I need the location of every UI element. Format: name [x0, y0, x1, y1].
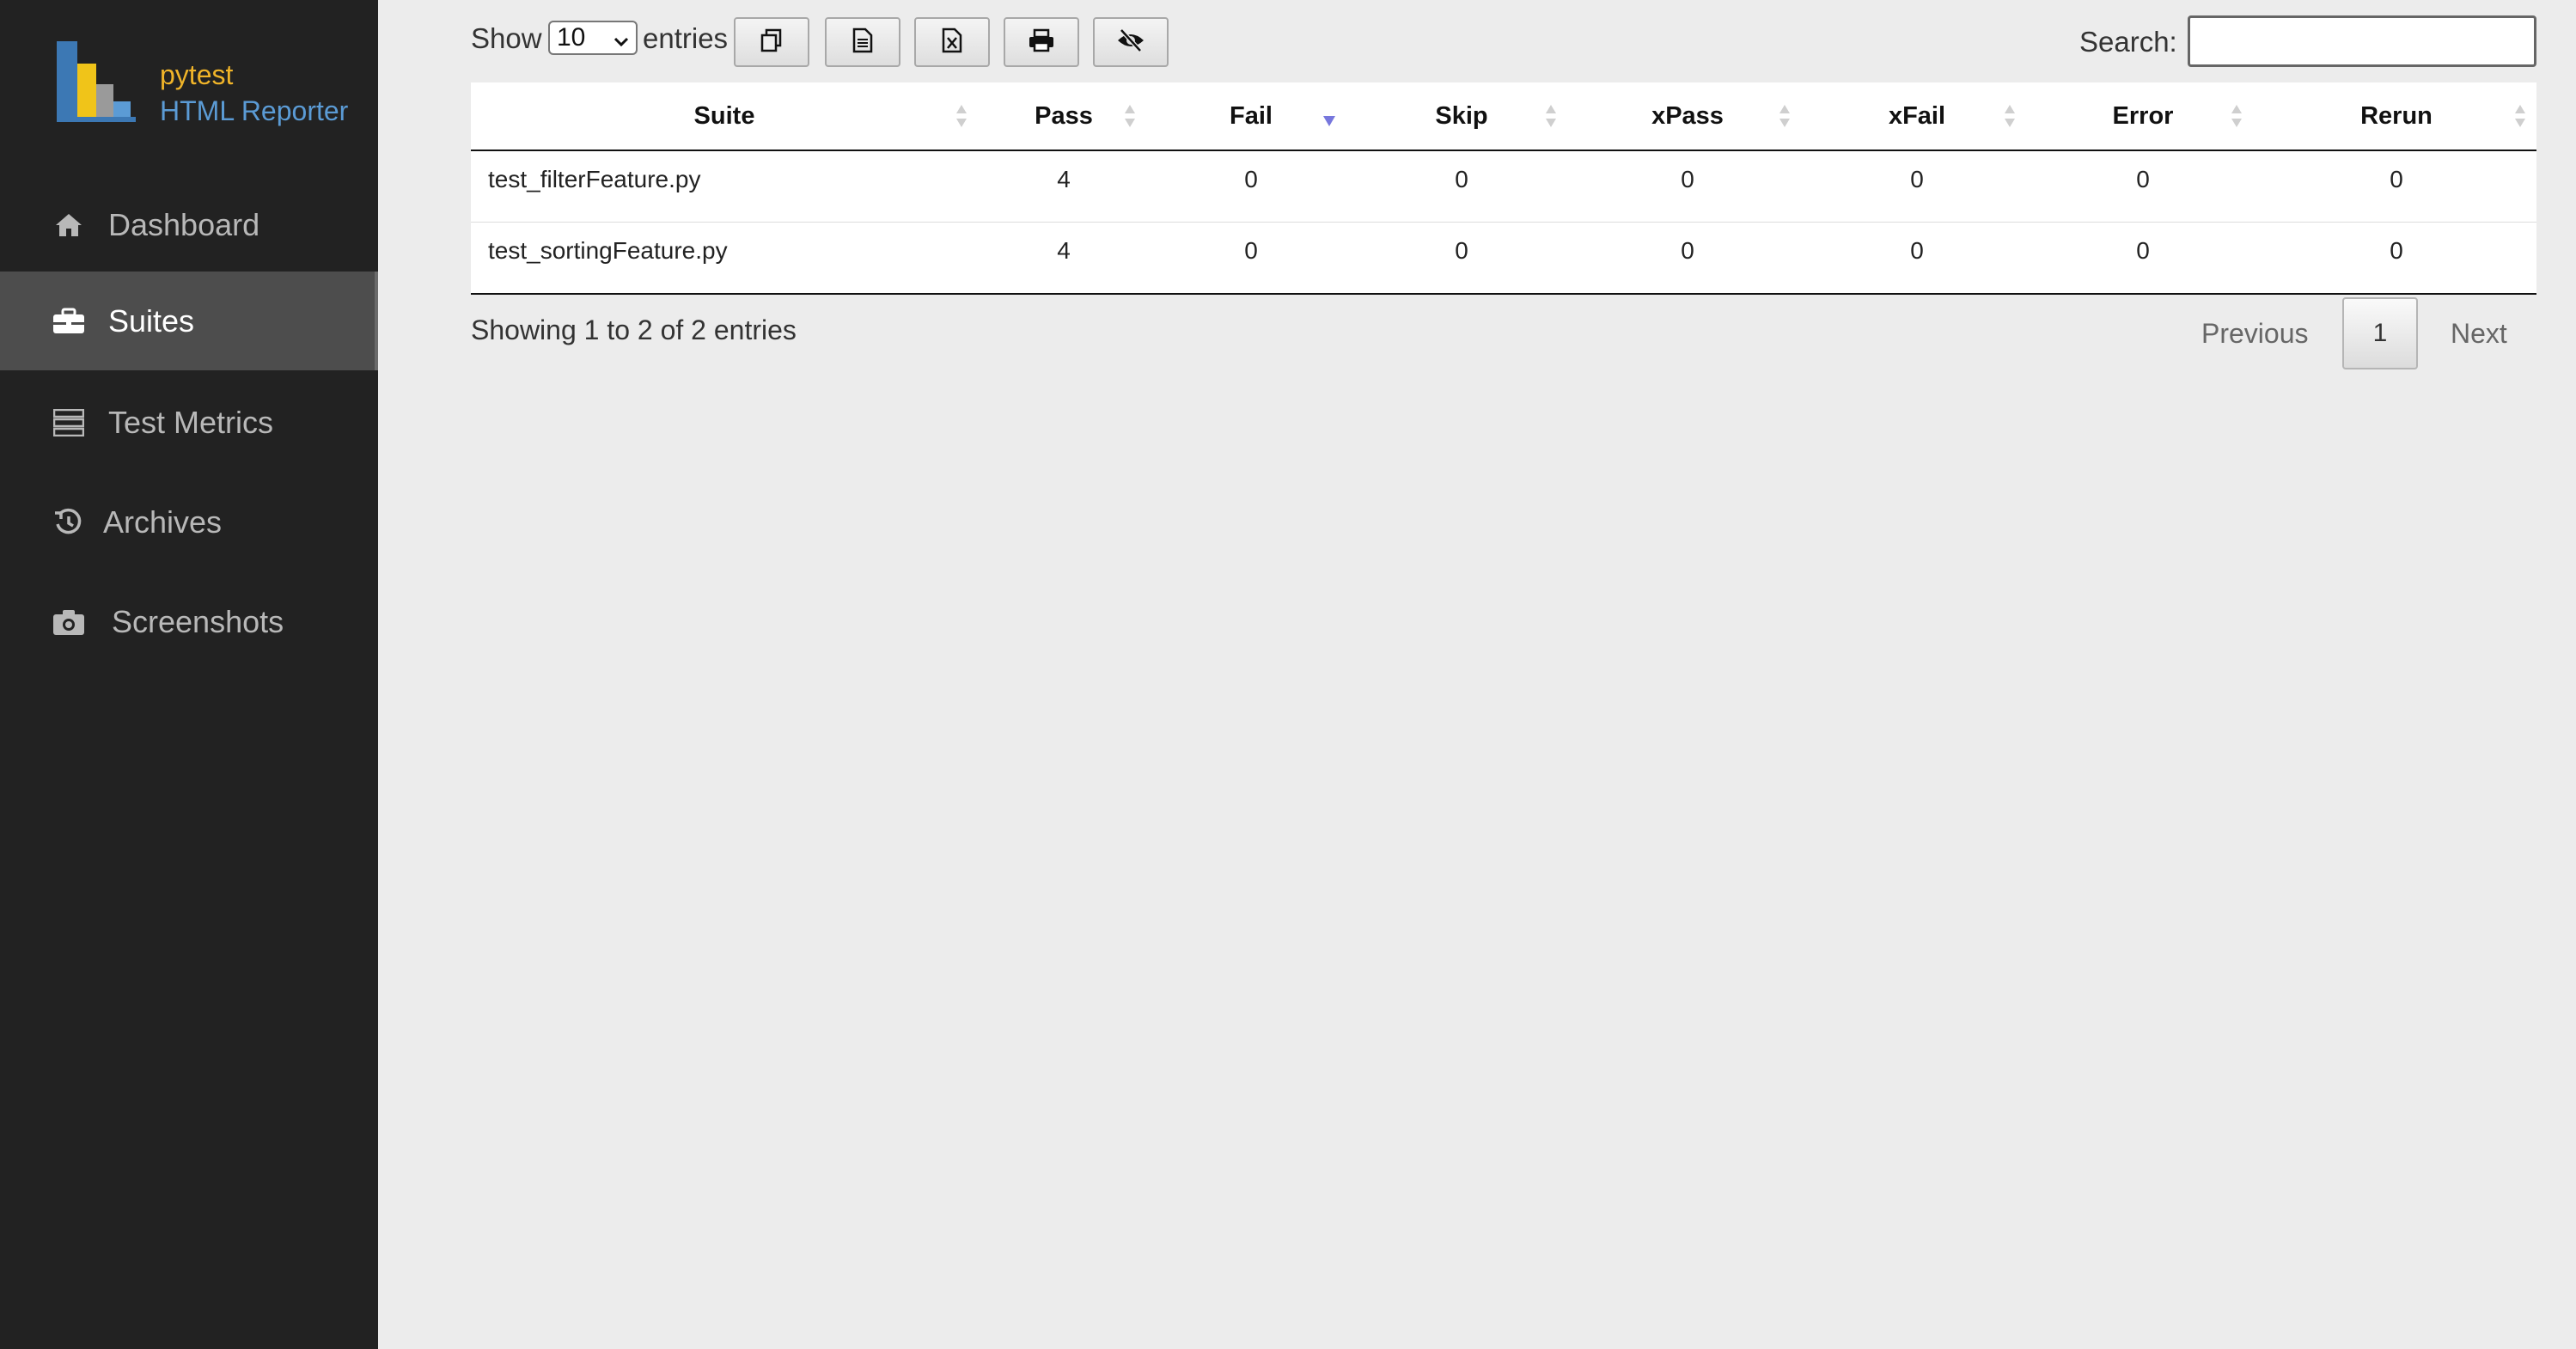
column-visibility-button[interactable] — [1093, 17, 1169, 67]
column-header-rerun[interactable]: Rerun — [2256, 82, 2536, 150]
sidebar-item-label: Archives — [103, 504, 223, 540]
sidebar-item-dashboard[interactable]: Dashboard — [0, 175, 378, 274]
sidebar-item-screenshots[interactable]: Screenshots — [0, 572, 378, 671]
column-header-xfail[interactable]: xFail — [1804, 82, 2030, 150]
column-header-label: Suite — [693, 101, 755, 130]
column-header-label: Error — [2112, 101, 2174, 130]
camera-icon — [52, 605, 86, 639]
brand-name: pytest — [160, 59, 234, 90]
column-header-error[interactable]: Error — [2030, 82, 2256, 150]
brand-logo[interactable]: pytest HTML Reporter — [57, 41, 366, 127]
home-icon — [52, 208, 86, 242]
sort-both-icon — [2512, 103, 2528, 136]
column-header-label: Fail — [1230, 101, 1273, 130]
suite-name-cell: test_sortingFeature.py — [488, 237, 728, 264]
column-header-suite[interactable]: Suite — [471, 82, 978, 150]
suites-table: Suite Pass Fail Skip xPass xFail Error R… — [471, 82, 2536, 295]
print-button[interactable] — [1004, 17, 1079, 67]
column-header-label: Skip — [1435, 101, 1488, 130]
xpass-cell: 0 — [1681, 237, 1694, 264]
csv-button[interactable] — [825, 17, 900, 67]
sidebar: pytest HTML Reporter Dashboard Suites Te… — [0, 0, 378, 1349]
error-cell: 0 — [2136, 166, 2150, 192]
previous-page-button[interactable]: Previous — [2201, 318, 2309, 350]
sort-both-icon — [954, 103, 969, 136]
next-page-button[interactable]: Next — [2451, 318, 2507, 350]
copy-icon — [759, 27, 784, 58]
sidebar-item-archives[interactable]: Archives — [0, 473, 378, 571]
sort-both-icon — [1543, 103, 1559, 136]
rerun-cell: 0 — [2390, 166, 2403, 192]
server-icon — [52, 406, 86, 440]
sidebar-item-test-metrics[interactable]: Test Metrics — [0, 373, 378, 472]
suite-name-cell: test_filterFeature.py — [488, 166, 701, 192]
excel-button[interactable] — [914, 17, 990, 67]
column-header-label: Rerun — [2360, 101, 2433, 130]
fail-cell: 0 — [1244, 166, 1258, 192]
sort-both-icon — [2229, 103, 2244, 136]
skip-cell: 0 — [1455, 237, 1468, 264]
show-label: Show — [471, 22, 542, 54]
page-1-button[interactable]: 1 — [2342, 297, 2418, 369]
brand-subtitle: HTML Reporter — [160, 95, 349, 126]
history-icon — [52, 505, 86, 540]
table-header: Suite Pass Fail Skip xPass xFail Error R… — [471, 82, 2536, 151]
copy-button[interactable] — [734, 17, 809, 67]
briefcase-icon — [52, 304, 86, 339]
column-header-fail[interactable]: Fail — [1150, 82, 1352, 150]
file-icon — [852, 27, 874, 58]
sidebar-item-label: Screenshots — [112, 603, 284, 639]
page-length-value: 10 — [557, 23, 586, 52]
table-row[interactable]: test_filterFeature.py 4 0 0 0 0 0 0 — [471, 151, 2536, 223]
error-cell: 0 — [2136, 237, 2150, 264]
sort-both-icon — [2002, 103, 2017, 136]
rerun-cell: 0 — [2390, 237, 2403, 264]
column-header-pass[interactable]: Pass — [978, 82, 1150, 150]
table-toolbar: Show 10 entries Search: — [471, 15, 2536, 70]
sort-both-icon — [1777, 103, 1792, 136]
xpass-cell: 0 — [1681, 166, 1694, 192]
fail-cell: 0 — [1244, 237, 1258, 264]
pass-cell: 4 — [1057, 237, 1071, 264]
chevron-down-icon — [612, 29, 631, 58]
column-header-label: Pass — [1035, 101, 1093, 130]
sidebar-item-label: Dashboard — [108, 206, 260, 242]
sidebar-item-label: Suites — [108, 302, 195, 339]
sort-both-icon — [1122, 103, 1138, 136]
excel-icon — [941, 27, 963, 58]
print-icon — [1028, 28, 1055, 57]
sidebar-item-label: Test Metrics — [108, 404, 274, 440]
column-header-skip[interactable]: Skip — [1352, 82, 1571, 150]
sidebar-item-suites[interactable]: Suites — [0, 272, 378, 370]
column-header-label: xFail — [1888, 101, 1946, 130]
table-info: Showing 1 to 2 of 2 entries — [471, 314, 797, 345]
column-header-label: xPass — [1651, 101, 1724, 130]
search-label: Search: — [2079, 26, 2177, 58]
page-length-select[interactable]: 10 — [548, 21, 638, 55]
xfail-cell: 0 — [1910, 166, 1924, 192]
eye-slash-icon — [1116, 27, 1145, 57]
sort-desc-icon — [1322, 108, 1337, 137]
xfail-cell: 0 — [1910, 237, 1924, 264]
table-row[interactable]: test_sortingFeature.py 4 0 0 0 0 0 0 — [471, 223, 2536, 295]
column-header-xpass[interactable]: xPass — [1571, 82, 1804, 150]
bar-chart-logo-icon — [57, 41, 136, 122]
skip-cell: 0 — [1455, 166, 1468, 192]
pass-cell: 4 — [1057, 166, 1071, 192]
entries-label: entries — [643, 22, 729, 54]
search-input[interactable] — [2188, 15, 2536, 67]
